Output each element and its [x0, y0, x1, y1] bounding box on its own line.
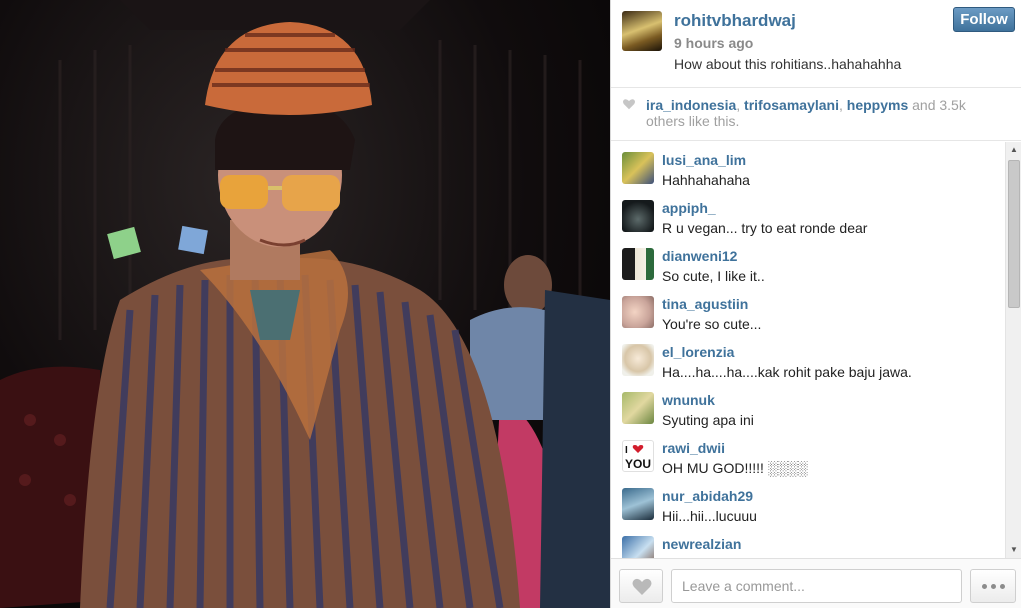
owner-avatar[interactable]: [622, 11, 662, 51]
comment-text: OH MU GOD!!!!! ░░░░: [662, 460, 808, 476]
svg-text:YOU: YOU: [625, 457, 651, 471]
comment-text: Syuting apa ini: [662, 412, 754, 428]
commenter-username[interactable]: newrealzian: [662, 536, 741, 552]
commenter-avatar[interactable]: [622, 488, 654, 520]
arrow-up-icon[interactable]: ▲: [1006, 142, 1021, 158]
comment-item: nur_abidah29 Hii...hii...lucuuu: [611, 478, 1005, 526]
commenter-avatar[interactable]: [622, 296, 654, 328]
post-timestamp[interactable]: 9 hours ago: [674, 35, 753, 51]
ellipsis-icon: [990, 584, 996, 589]
comment-item: I YOU rawi_dwii OH MU GOD!!!!! ░░░░: [611, 430, 1005, 478]
follow-button[interactable]: Follow: [953, 7, 1015, 32]
commenter-username[interactable]: tina_agustiin: [662, 296, 748, 312]
comment-item: appiph_ R u vegan... try to eat ronde de…: [611, 190, 1005, 238]
arrow-down-icon[interactable]: ▼: [1006, 542, 1021, 558]
likes-count[interactable]: 3.5k: [939, 97, 965, 113]
comment-item: wnunuk Syuting apa ini: [611, 382, 1005, 430]
commenter-avatar[interactable]: I YOU: [622, 440, 654, 472]
comment-item: el_lorenzia Ha....ha....ha....kak rohit …: [611, 334, 1005, 382]
likes-summary: ira_indonesia, trifosamaylani, heppyms a…: [611, 89, 1021, 141]
likes-separator: ,: [838, 97, 847, 113]
likes-text: ira_indonesia, trifosamaylani, heppyms a…: [646, 97, 986, 129]
post-photo[interactable]: [0, 0, 610, 608]
commenter-avatar[interactable]: [622, 392, 654, 424]
scrollbar-thumb[interactable]: [1008, 160, 1020, 308]
ellipsis-icon: [999, 584, 1005, 589]
commenter-username[interactable]: wnunuk: [662, 392, 715, 408]
comment-scrollbar[interactable]: ▲ ▼: [1005, 142, 1021, 558]
likes-tail: others like this.: [646, 113, 740, 129]
comment-footer: [611, 558, 1021, 608]
commenter-avatar[interactable]: [622, 248, 654, 280]
comment-text: R u vegan... try to eat ronde dear: [662, 220, 868, 236]
liker-link[interactable]: trifosamaylani: [744, 97, 839, 113]
post-header: rohitvbhardwaj 9 hours ago How about thi…: [611, 0, 1021, 88]
commenter-avatar[interactable]: [622, 152, 654, 184]
commenter-username[interactable]: el_lorenzia: [662, 344, 734, 360]
owner-username[interactable]: rohitvbhardwaj: [674, 11, 796, 31]
heart-icon: [632, 578, 652, 595]
comment-text: You're so cute...: [662, 316, 762, 332]
comment-item: dianweni12 So cute, I like it..: [611, 238, 1005, 286]
i-love-you-icon: I YOU: [625, 445, 651, 471]
commenter-username[interactable]: lusi_ana_lim: [662, 152, 746, 168]
commenter-avatar[interactable]: [622, 536, 654, 558]
ellipsis-icon: [981, 584, 987, 589]
svg-text:I: I: [625, 445, 628, 456]
comment-text: Hii...hii...lucuuu: [662, 508, 757, 524]
commenter-username[interactable]: dianweni12: [662, 248, 737, 264]
commenter-username[interactable]: nur_abidah29: [662, 488, 753, 504]
heart-icon: [622, 99, 636, 110]
likes-and: and: [908, 97, 940, 113]
more-options-button[interactable]: [970, 569, 1016, 603]
comment-text: Ha....ha....ha....kak rohit pake baju ja…: [662, 364, 912, 380]
comment-list[interactable]: lusi_ana_lim Hahhahahaha appiph_ R u veg…: [611, 142, 1005, 558]
comment-text: So cute, I like it..: [662, 268, 765, 284]
likes-separator: ,: [736, 97, 745, 113]
comment-item: lusi_ana_lim Hahhahahaha: [611, 142, 1005, 190]
comment-item: tina_agustiin You're so cute...: [611, 286, 1005, 334]
commenter-username[interactable]: appiph_: [662, 200, 716, 216]
post-sidebar: rohitvbhardwaj 9 hours ago How about thi…: [610, 0, 1021, 608]
commenter-username[interactable]: rawi_dwii: [662, 440, 725, 456]
photo-illustration: [0, 0, 610, 608]
liker-link[interactable]: heppyms: [847, 97, 908, 113]
like-button[interactable]: [619, 569, 663, 603]
comment-text: Hahhahahaha: [662, 172, 750, 188]
liker-link[interactable]: ira_indonesia: [646, 97, 736, 113]
comment-input[interactable]: [671, 569, 962, 603]
commenter-avatar[interactable]: [622, 200, 654, 232]
commenter-avatar[interactable]: [622, 344, 654, 376]
comment-item: newrealzian: [611, 526, 1005, 558]
post-caption: How about this rohitians..hahahahha: [674, 56, 902, 72]
